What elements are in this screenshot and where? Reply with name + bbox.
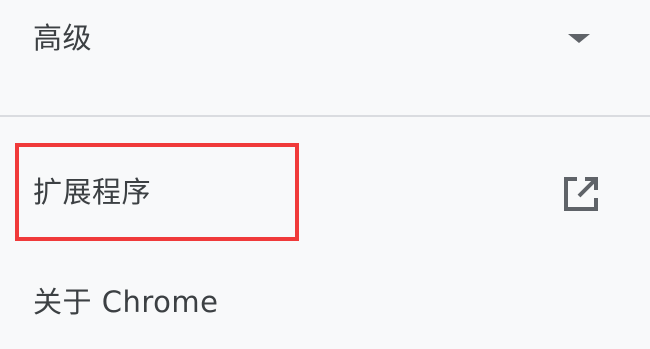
caret-down-icon[interactable] (568, 34, 590, 43)
extensions-menu-item[interactable]: 扩展程序 (0, 148, 650, 240)
extensions-label: 扩展程序 (33, 175, 152, 209)
external-link-icon[interactable] (559, 172, 603, 216)
advanced-menu-item[interactable]: 高级 (0, 0, 650, 80)
about-chrome-label: 关于 Chrome (33, 285, 219, 319)
settings-menu: 高级 扩展程序 关于 Chrome (0, 0, 650, 349)
advanced-label: 高级 (33, 21, 93, 55)
about-chrome-menu-item[interactable]: 关于 Chrome (0, 268, 650, 338)
section-divider (0, 115, 650, 117)
